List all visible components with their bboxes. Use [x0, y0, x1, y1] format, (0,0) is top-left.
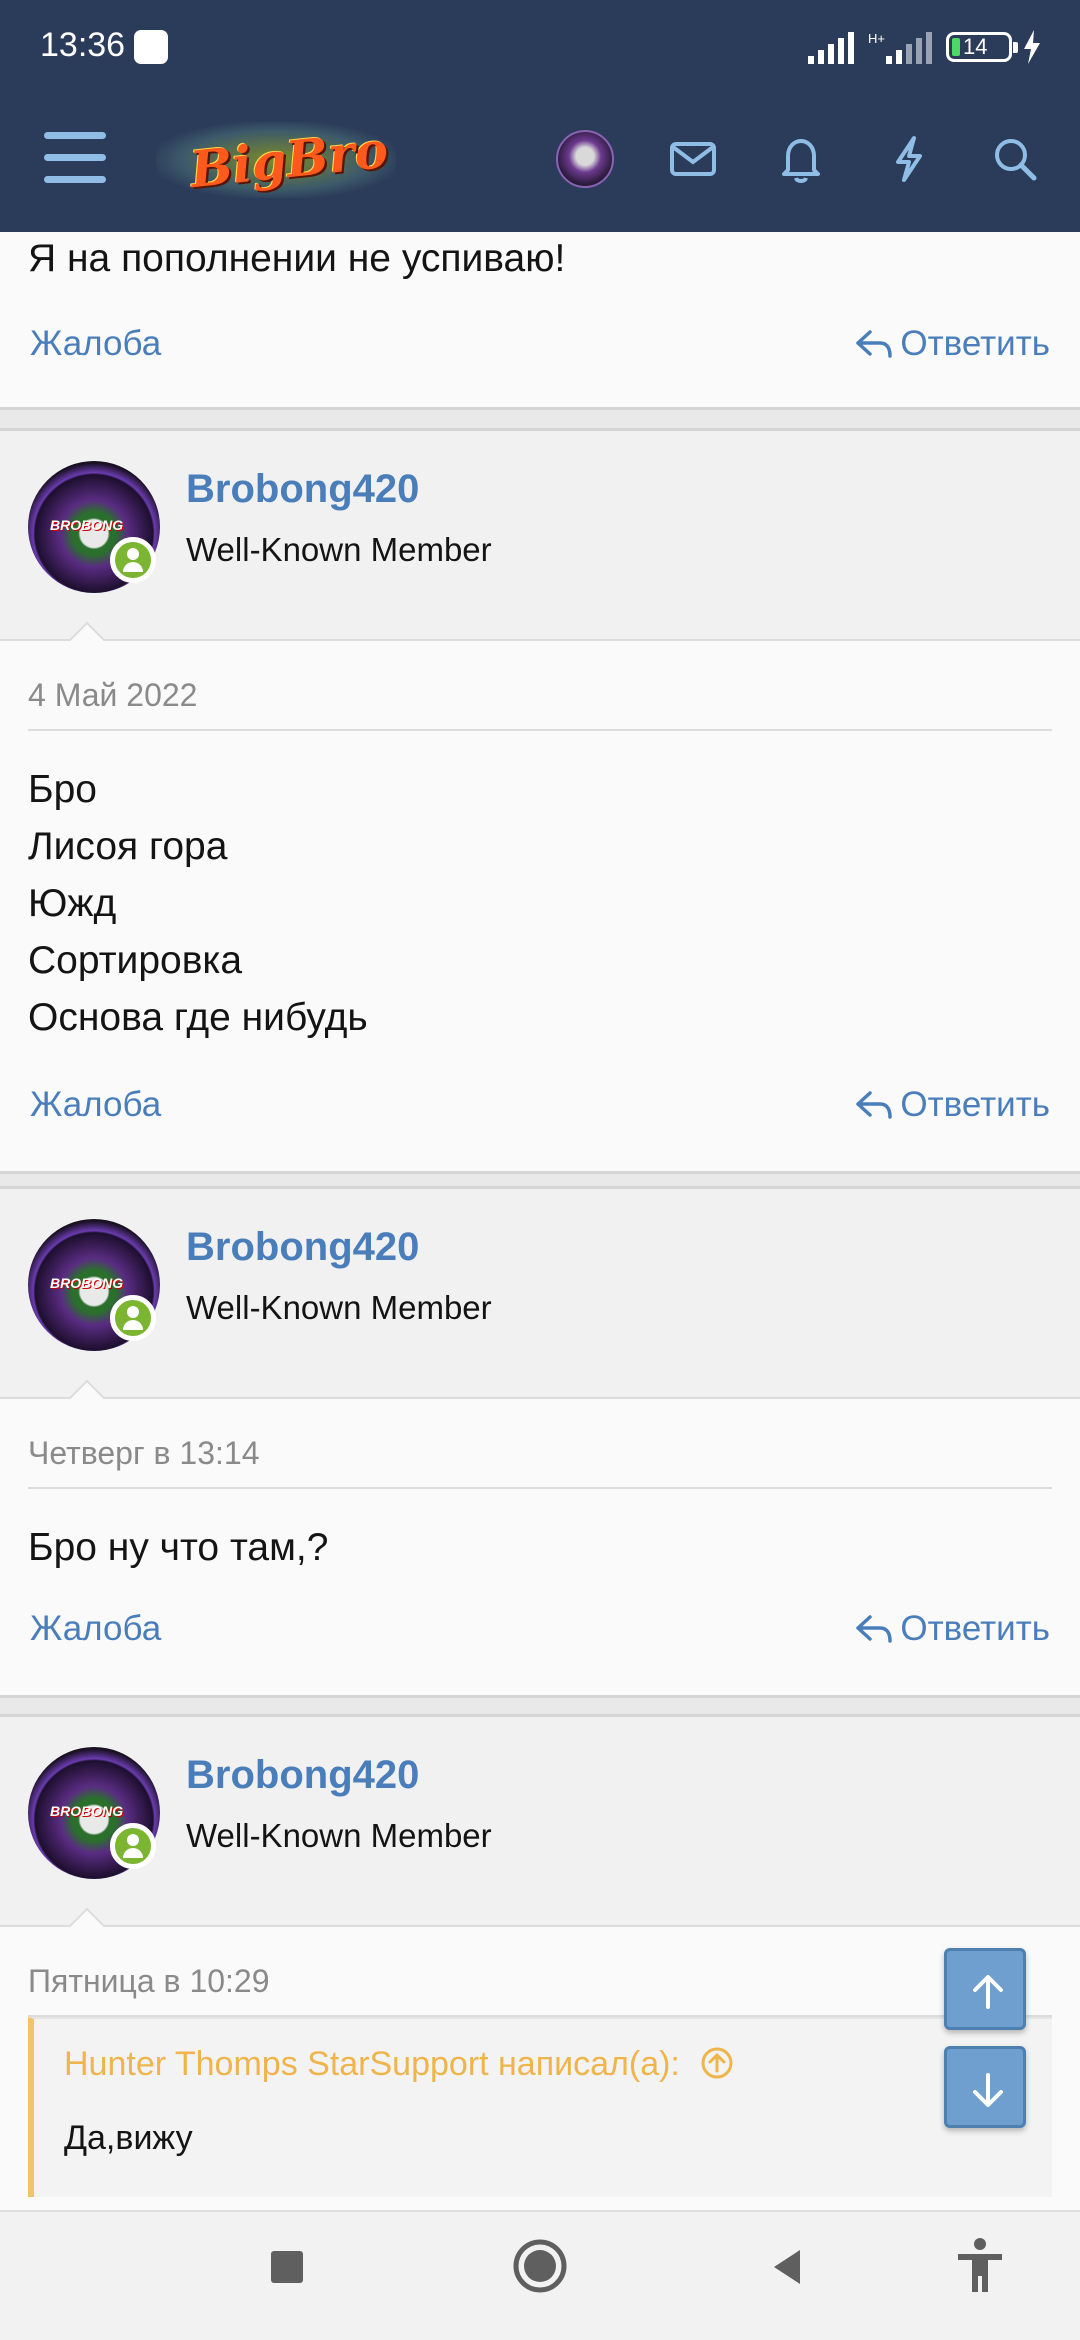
quote-text: Да,вижу: [64, 2119, 193, 2157]
report-link[interactable]: Жалоба: [30, 1609, 161, 1649]
post-user-header: BROBONG Brobong420 Well-Known Member: [0, 1189, 1080, 1417]
report-link[interactable]: Жалоба: [30, 1085, 161, 1125]
reply-icon: [856, 1091, 893, 1119]
message-body: Бро Лисоя гора Южд Сортировка Основа где…: [28, 761, 368, 1046]
home-button[interactable]: [512, 2238, 568, 2294]
reply-button[interactable]: Ответить: [854, 1085, 1050, 1125]
message-text: Я на пополнении не успиваю!: [28, 237, 566, 280]
accessibility-icon[interactable]: [952, 2236, 1008, 2296]
reply-label: Ответить: [900, 1085, 1050, 1124]
status-time: 13:36: [40, 26, 126, 64]
signal-hplus-icon: H+: [868, 31, 932, 64]
post: BROBONG Brobong420 Well-Known Member Пят…: [0, 1714, 1080, 2234]
post-date[interactable]: Пятница в 10:29: [28, 1963, 270, 2000]
post-user-header: BROBONG Brobong420 Well-Known Member: [0, 1717, 1080, 1945]
mail-icon[interactable]: [660, 126, 726, 192]
arrow-down-icon: [973, 2073, 1003, 2107]
message-line: Бро: [28, 768, 97, 811]
reply-icon: [856, 330, 893, 358]
user-title: Well-Known Member: [186, 531, 492, 568]
post-date[interactable]: Четверг в 13:14: [28, 1435, 259, 1472]
post-user-header: BROBONG Brobong420 Well-Known Member: [0, 431, 1080, 659]
signal-icon: [808, 32, 854, 64]
charging-icon: [1024, 30, 1040, 64]
battery-level: 14: [963, 34, 988, 59]
notification-icon: [134, 30, 168, 64]
username[interactable]: Brobong420: [186, 1753, 419, 1798]
online-status-icon: [110, 1295, 156, 1341]
recents-button[interactable]: [262, 2242, 312, 2292]
online-status-icon: [110, 537, 156, 583]
quote-header[interactable]: Hunter Thomps StarSupport написал(а):: [64, 2045, 735, 2084]
message-line: Бро ну что там,?: [28, 1526, 329, 1569]
reply-button[interactable]: Ответить: [854, 324, 1050, 364]
battery-icon: 14: [946, 32, 1018, 62]
quote-block: Hunter Thomps StarSupport написал(а): Да…: [28, 2017, 1052, 2197]
username[interactable]: Brobong420: [186, 1225, 419, 1270]
quote-author: Hunter Thomps StarSupport написал(а):: [64, 2045, 680, 2083]
report-link[interactable]: Жалоба: [30, 324, 161, 364]
user-avatar[interactable]: [556, 130, 614, 188]
network-type-label: H+: [868, 31, 885, 46]
reply-button[interactable]: Ответить: [854, 1609, 1050, 1649]
status-bar: 13:36 H+ 14: [0, 0, 1080, 96]
app-bar: BigBro: [0, 96, 1080, 232]
search-icon[interactable]: [982, 126, 1048, 192]
bell-icon[interactable]: [768, 126, 834, 192]
message-line: Южд: [28, 882, 117, 925]
post-date[interactable]: 4 Май 2022: [28, 677, 197, 714]
arrow-up-icon: [973, 1975, 1003, 2009]
lightning-icon[interactable]: [876, 126, 942, 192]
message-line: Основа где нибудь: [28, 996, 368, 1039]
post-previous: Я на пополнении не успиваю! Жалоба Ответ…: [0, 232, 1080, 410]
online-status-icon: [110, 1823, 156, 1869]
app-header: 13:36 H+ 14 BigBro: [0, 0, 1080, 232]
scroll-to-bottom-button[interactable]: [944, 2046, 1026, 2128]
system-nav-bar: [0, 2210, 1080, 2340]
back-button[interactable]: [762, 2242, 812, 2292]
reply-label: Ответить: [900, 1609, 1050, 1648]
message-line: Лисоя гора: [28, 825, 228, 868]
scroll-to-top-button[interactable]: [944, 1948, 1026, 2030]
user-title: Well-Known Member: [186, 1289, 492, 1326]
site-logo[interactable]: BigBro: [156, 110, 396, 210]
menu-icon[interactable]: [44, 132, 106, 184]
user-title: Well-Known Member: [186, 1817, 492, 1854]
username[interactable]: Brobong420: [186, 467, 419, 512]
jump-to-quote-icon: [701, 2047, 733, 2079]
reply-icon: [856, 1615, 893, 1643]
post: BROBONG Brobong420 Well-Known Member 4 М…: [0, 428, 1080, 1174]
message-line: Сортировка: [28, 939, 243, 982]
post: BROBONG Brobong420 Well-Known Member Чет…: [0, 1186, 1080, 1698]
reply-label: Ответить: [900, 324, 1050, 363]
